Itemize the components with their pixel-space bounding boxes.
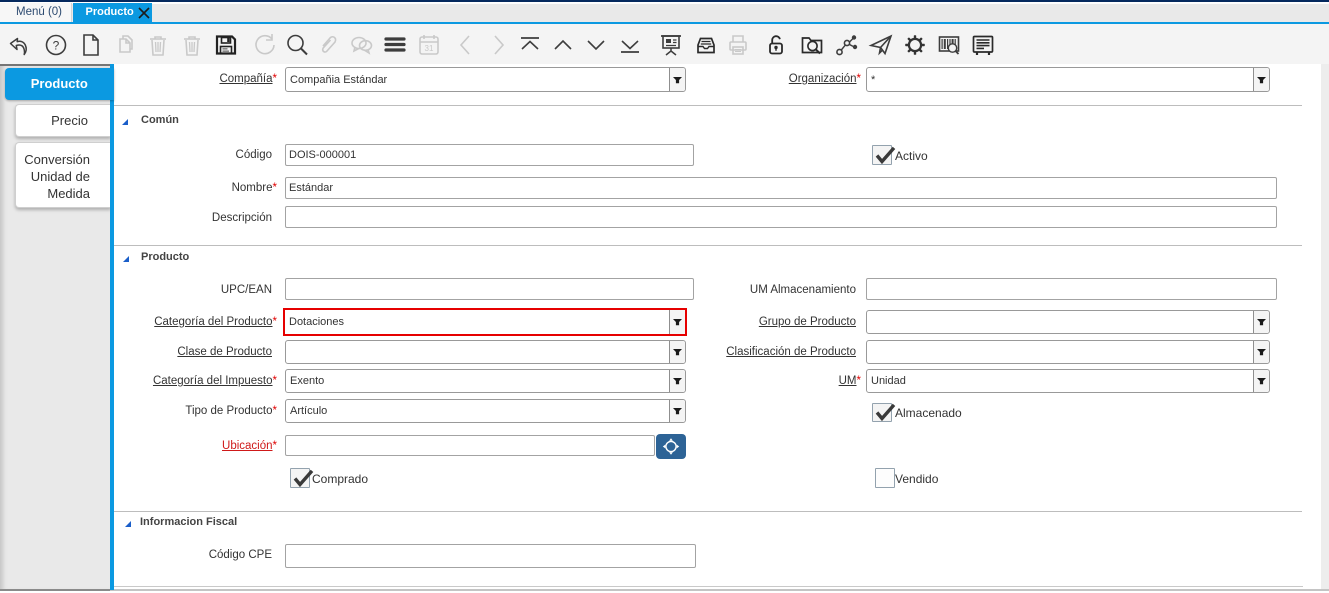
- svg-text:31: 31: [425, 44, 434, 53]
- svg-text:?: ?: [53, 39, 60, 53]
